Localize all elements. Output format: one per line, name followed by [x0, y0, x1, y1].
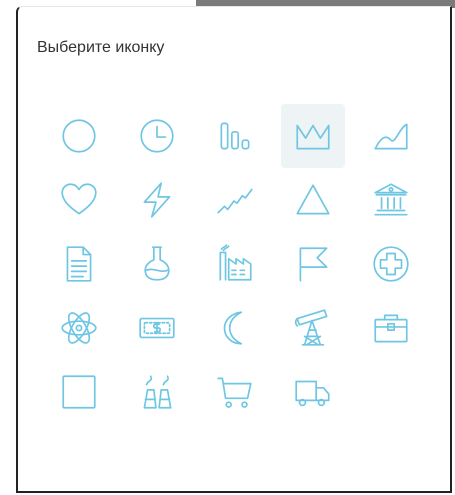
- lightning-icon: [143, 182, 171, 218]
- bank-icon: [374, 183, 408, 216]
- document-icon: [66, 246, 92, 282]
- icon-option-heart[interactable]: [47, 168, 111, 232]
- icon-option-flag[interactable]: [281, 232, 345, 296]
- flask-icon: [144, 246, 170, 281]
- icon-option-triangle[interactable]: [281, 168, 345, 232]
- icon-option-flask[interactable]: [125, 232, 189, 296]
- delivery-truck-icon: [295, 380, 330, 407]
- medical-plus-icon: [373, 246, 409, 282]
- atom-icon: [61, 312, 97, 344]
- icon-grid: [47, 104, 423, 424]
- toolbox-icon: [374, 314, 408, 343]
- icon-option-atom[interactable]: [47, 296, 111, 360]
- icon-option-shopping-cart[interactable]: [203, 360, 267, 424]
- icon-option-circle[interactable]: [47, 104, 111, 168]
- banknote-icon: [139, 317, 175, 339]
- power-plant-icon: [143, 375, 172, 409]
- heart-icon: [61, 183, 97, 215]
- icon-option-toolbox[interactable]: [359, 296, 423, 360]
- icon-option-bar-chart[interactable]: [203, 104, 267, 168]
- icon-option-medical-plus[interactable]: [359, 232, 423, 296]
- icon-option-moon[interactable]: [203, 296, 267, 360]
- icon-option-document[interactable]: [47, 232, 111, 296]
- popup-title: Выберите иконку: [37, 39, 165, 56]
- icon-option-banknote[interactable]: [125, 296, 189, 360]
- icon-option-factory[interactable]: [203, 232, 267, 296]
- triangle-icon: [296, 184, 330, 215]
- bar-chart-icon: [220, 122, 250, 150]
- icon-option-clock[interactable]: [125, 104, 189, 168]
- area-chart-icon: [374, 123, 408, 150]
- icon-option-oil-pump[interactable]: [281, 296, 345, 360]
- icon-option-line-chart[interactable]: [203, 168, 267, 232]
- icon-option-delivery-truck[interactable]: [281, 360, 345, 424]
- icon-picker-popup: Выберите иконку: [16, 6, 452, 493]
- icon-option-area-chart[interactable]: [359, 104, 423, 168]
- line-chart-icon: [217, 188, 253, 214]
- circle-icon: [62, 119, 96, 153]
- clock-icon: [140, 119, 174, 153]
- moon-icon: [223, 311, 243, 345]
- icon-option-bank[interactable]: [359, 168, 423, 232]
- square-icon: [62, 375, 96, 409]
- icon-option-crown[interactable]: [281, 104, 345, 168]
- shopping-cart-icon: [217, 377, 252, 408]
- flag-icon: [299, 247, 328, 282]
- oil-pump-icon: [294, 309, 328, 346]
- icon-option-lightning[interactable]: [125, 168, 189, 232]
- crown-icon: [296, 124, 330, 150]
- factory-icon: [219, 244, 252, 281]
- icon-option-power-plant[interactable]: [125, 360, 189, 424]
- icon-option-square[interactable]: [47, 360, 111, 424]
